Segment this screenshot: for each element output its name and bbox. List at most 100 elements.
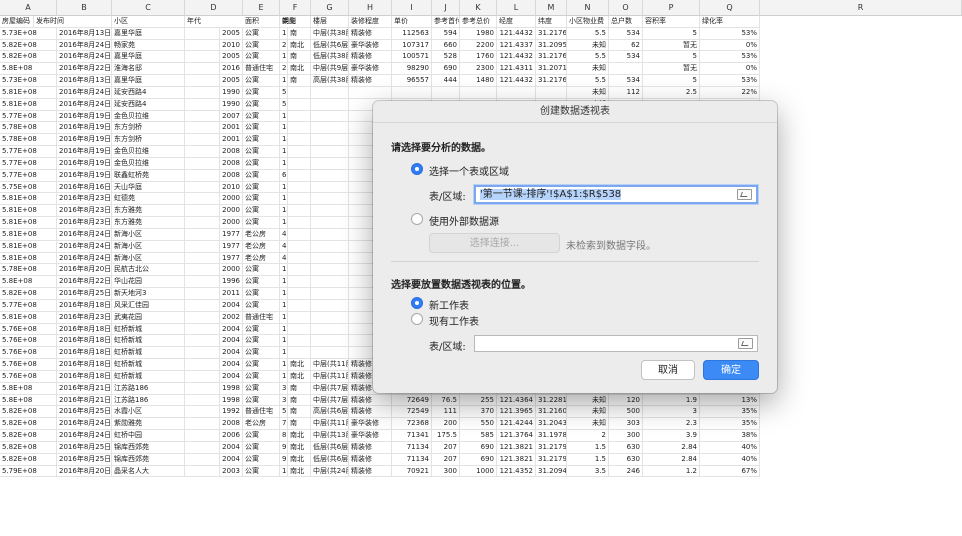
table-cell[interactable]: 民航古北公 [112,264,185,277]
table-cell[interactable]: 1.2 [643,465,700,478]
table-cell[interactable]: 31.21799 [536,453,567,466]
table-cell[interactable]: 2016年8月13日 [57,75,112,87]
table-cell[interactable]: 未知 [567,86,609,99]
table-cell[interactable] [185,98,220,111]
table-cell[interactable]: 公寓 [243,382,280,395]
table-cell[interactable]: 面积 [243,16,280,28]
table-cell[interactable]: 153.3 [280,75,288,87]
table-cell[interactable]: 公寓 [243,288,280,300]
table-cell[interactable]: 1990 [220,98,243,111]
table-cell[interactable]: 2008 [220,418,243,431]
table-cell[interactable] [185,27,220,40]
table-cell[interactable]: 嘉里华庭 [112,75,185,87]
table-cell[interactable]: 金色贝拉维 [112,157,185,170]
table-cell[interactable]: 2016年8月24日 [57,39,112,52]
table-cell[interactable]: 594 [432,27,460,40]
table-cell[interactable]: 5.81E+08 [0,217,57,229]
table-cell[interactable]: 5.76E+08 [0,323,57,336]
table-cell[interactable]: 690 [460,453,497,466]
table-cell[interactable] [185,335,220,348]
table-cell[interactable]: 虹桥新城 [112,335,185,348]
table-cell[interactable]: 534 [609,27,643,40]
table-cell[interactable]: 35% [700,406,760,419]
table-cell[interactable] [460,86,497,99]
table-cell[interactable]: 2 [567,430,609,442]
table-cell[interactable]: 5.76E+08 [0,335,57,348]
table-cell[interactable]: 534 [609,75,643,87]
table-cell[interactable] [288,205,311,218]
table-cell[interactable] [311,252,349,265]
table-cell[interactable]: 2.3 [643,418,700,431]
table-cell[interactable]: 新海小区 [112,240,185,253]
table-cell[interactable]: 朝向 [280,16,311,28]
table-cell[interactable]: 延安西路4 [112,86,185,99]
table-cell[interactable]: 2016年8月19日 [57,110,112,123]
column-header-b[interactable]: B [57,0,112,16]
table-cell[interactable]: 2010 [220,181,243,194]
table-cell[interactable] [311,311,349,324]
table-cell[interactable]: 2004 [220,335,243,348]
table-cell[interactable]: 2016年8月25日 [57,406,112,419]
table-cell[interactable] [185,430,220,442]
table-cell[interactable]: 2016 [220,63,243,76]
table-cell[interactable]: 2004 [220,359,243,371]
table-cell[interactable]: 35.1 [280,382,288,395]
table-cell[interactable]: 31.19782 [536,430,567,442]
table-cell[interactable]: 118 [280,370,288,383]
table-cell[interactable]: 5.8E+08 [0,276,57,289]
table-cell[interactable]: 31.21765 [536,51,567,64]
table-cell[interactable] [185,181,220,194]
table-cell[interactable] [185,86,220,99]
table-cell[interactable]: 未知 [567,406,609,419]
table-cell[interactable] [185,382,220,395]
table-cell[interactable] [185,228,220,241]
table-cell[interactable]: 5.81E+08 [0,98,57,111]
table-cell[interactable]: 35.1 [280,394,288,407]
table-cell[interactable]: 303 [609,418,643,431]
table-cell[interactable] [288,181,311,194]
table-cell[interactable]: 精装修 [349,465,392,478]
table-cell[interactable] [288,240,311,253]
table-cell[interactable]: 未知 [567,63,609,76]
table-cell[interactable]: 总户数 [609,16,643,28]
table-cell[interactable]: 13% [700,394,760,407]
table-cell[interactable]: 205 [280,39,288,52]
table-cell[interactable]: 71134 [392,453,432,466]
table-cell[interactable]: 金色贝拉维 [112,110,185,123]
table-cell[interactable]: 150 [280,110,288,123]
table-cell[interactable]: 53% [700,27,760,40]
table-cell[interactable] [311,205,349,218]
table-cell[interactable]: 0% [700,39,760,52]
table-cell[interactable]: 97 [280,441,288,454]
table-cell[interactable]: 公寓 [243,27,280,40]
table-cell[interactable]: 低层(共6层) [311,441,349,454]
column-header-r[interactable]: R [760,0,962,16]
table-cell[interactable]: 公寓 [243,441,280,454]
table-cell[interactable]: 5.81E+08 [0,228,57,241]
table-cell[interactable]: 暂无 [643,39,700,52]
table-cell[interactable]: 5.81E+08 [0,240,57,253]
table-cell[interactable]: 2016年8月24日 [57,86,112,99]
table-cell[interactable]: 公寓 [243,217,280,229]
table-cell[interactable]: 121.3965 [497,406,536,419]
table-cell[interactable]: 公寓 [243,110,280,123]
table-cell[interactable]: 南 [288,51,311,64]
table-cell[interactable]: 高层(共38层) [311,75,349,87]
table-cell[interactable]: 普通住宅 [243,406,280,419]
table-cell[interactable]: 5.81E+08 [0,86,57,99]
table-cell[interactable]: 31.21608 [536,406,567,419]
collapse-location-icon[interactable] [738,338,753,349]
table-cell[interactable] [185,252,220,265]
table-cell[interactable]: 40% [700,453,760,466]
table-cell[interactable]: 120 [609,394,643,407]
table-cell[interactable]: 公寓 [243,98,280,111]
table-cell[interactable] [185,288,220,300]
table-cell[interactable]: 公寓 [243,370,280,383]
table-cell[interactable] [185,359,220,371]
table-cell[interactable]: 5.5 [567,75,609,87]
table-cell[interactable] [185,122,220,135]
table-cell[interactable]: 175.5 [432,430,460,442]
table-cell[interactable]: 公寓 [243,169,280,182]
table-cell[interactable]: 新海小区 [112,252,185,265]
table-cell[interactable]: 2016年8月19日 [57,122,112,135]
